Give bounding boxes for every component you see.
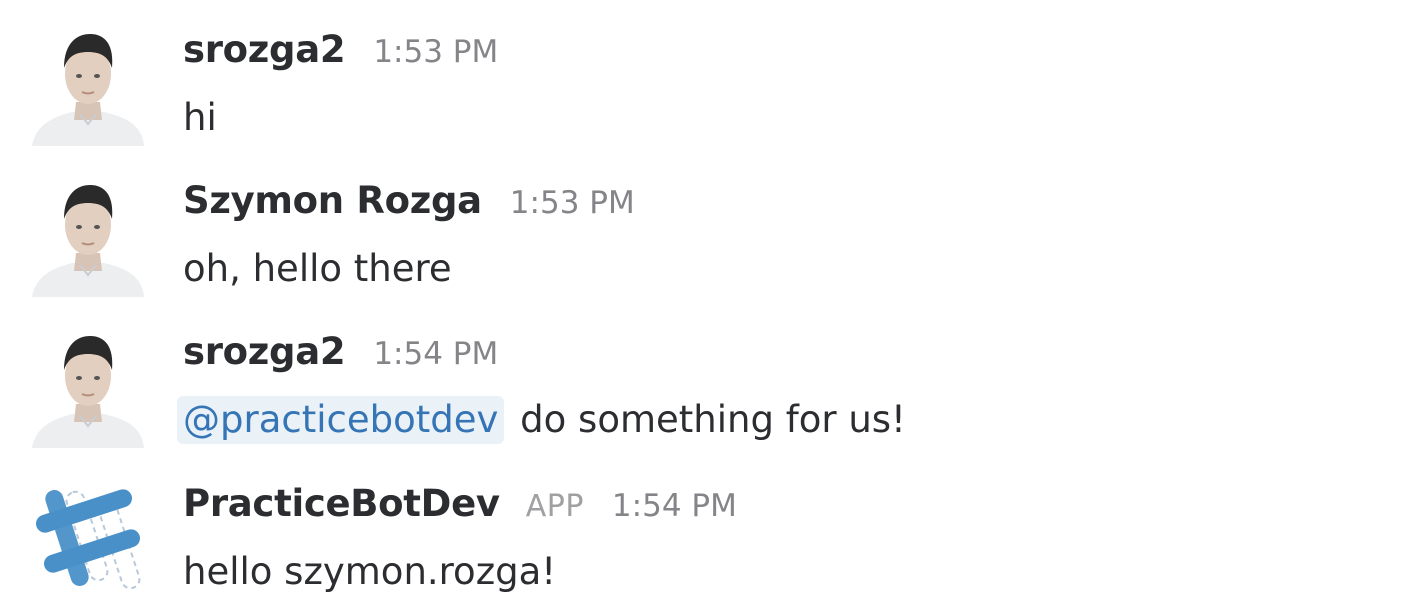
- message-timestamp[interactable]: 1:53 PM: [510, 185, 635, 221]
- message-item: Szymon Rozga 1:53 PM oh, hello there: [0, 173, 1425, 313]
- message-header: srozga2 1:53 PM: [183, 28, 498, 78]
- sender-name[interactable]: Szymon Rozga: [183, 179, 482, 222]
- message-header: srozga2 1:54 PM: [183, 330, 498, 380]
- message-text: hi: [183, 96, 217, 139]
- sender-name[interactable]: srozga2: [183, 28, 346, 71]
- message-feed: srozga2 1:53 PM hi Szymon Rozga 1:53 PM …: [0, 0, 1425, 603]
- message-timestamp[interactable]: 1:54 PM: [612, 488, 737, 524]
- app-badge: APP: [525, 489, 584, 524]
- user-avatar[interactable]: [28, 326, 148, 448]
- user-photo-icon: [32, 34, 144, 146]
- message-text: do something for us!: [520, 398, 906, 441]
- sender-name[interactable]: srozga2: [183, 330, 346, 373]
- user-avatar[interactable]: [28, 24, 148, 146]
- message-timestamp[interactable]: 1:54 PM: [373, 336, 498, 372]
- user-avatar[interactable]: [28, 175, 148, 297]
- message-header: Szymon Rozga 1:53 PM: [183, 179, 635, 229]
- message-item: srozga2 1:53 PM hi: [0, 22, 1425, 162]
- message-timestamp[interactable]: 1:53 PM: [373, 34, 498, 70]
- message-item: srozga2 1:54 PM @practicebotdev do somet…: [0, 324, 1425, 464]
- message-item: PracticeBotDev APP 1:54 PM hello szymon.…: [0, 476, 1425, 603]
- message-body: @practicebotdev do something for us!: [177, 396, 906, 444]
- user-photo-icon: [32, 336, 144, 448]
- message-header: PracticeBotDev APP 1:54 PM: [183, 482, 737, 532]
- sender-name[interactable]: PracticeBotDev: [183, 482, 500, 525]
- message-text: hello szymon.rozga!: [183, 550, 557, 593]
- user-photo-icon: [32, 185, 144, 297]
- bot-avatar[interactable]: [28, 478, 148, 600]
- user-mention[interactable]: @practicebotdev: [177, 396, 505, 444]
- message-text: oh, hello there: [183, 247, 452, 290]
- slack-hash-logo-icon: [36, 489, 141, 590]
